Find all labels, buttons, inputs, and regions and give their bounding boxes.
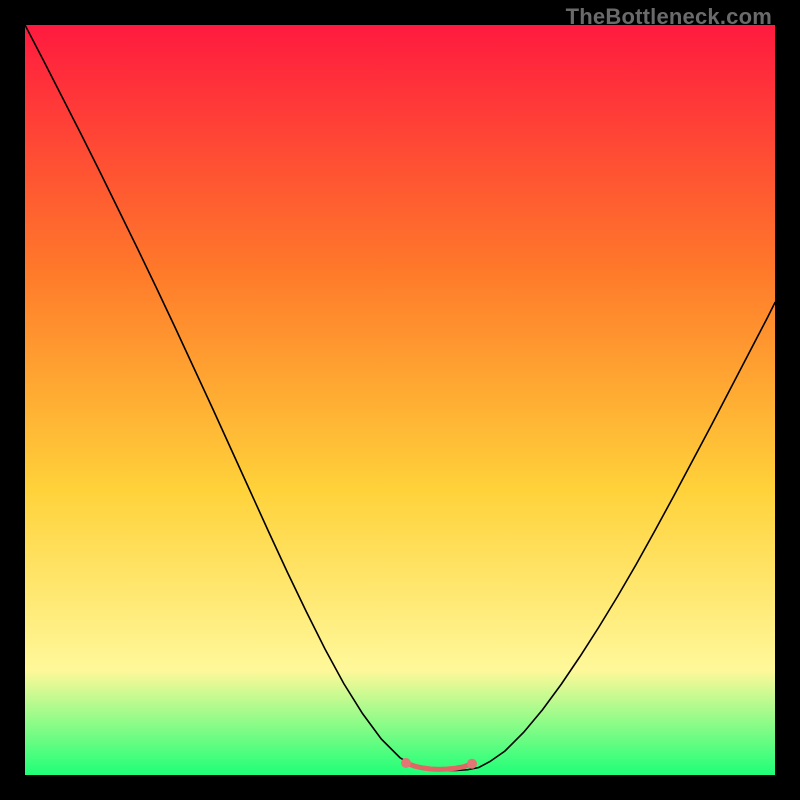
valley-marker-dot [401,758,411,768]
valley-marker-dot [467,759,477,769]
gradient-background [25,25,775,775]
chart-frame: TheBottleneck.com [0,0,800,800]
bottleneck-chart [25,25,775,775]
